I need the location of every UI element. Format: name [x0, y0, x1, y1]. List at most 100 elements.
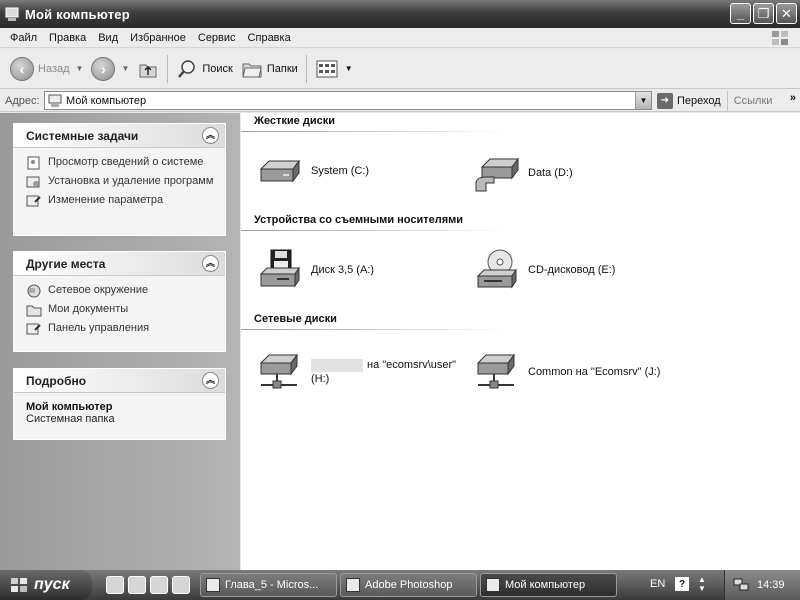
drive-network-h[interactable]: на "ecomsrv\user" (H:)	[257, 351, 456, 393]
task-change-setting[interactable]: Изменение параметра	[26, 194, 217, 208]
up-folder-button[interactable]	[133, 53, 163, 85]
start-button[interactable]: пуск	[0, 570, 92, 600]
task-add-remove-programs[interactable]: Установка и удаление программ	[26, 175, 217, 189]
maximize-button[interactable]: ❐	[753, 3, 774, 24]
menu-tools[interactable]: Сервис	[192, 32, 242, 44]
group-title-removable: Устройства со съемными носителями	[254, 214, 464, 226]
place-my-documents[interactable]: Мои документы	[26, 303, 217, 317]
taskbar-item-photoshop[interactable]: Adobe Photoshop	[340, 573, 477, 597]
help-icon[interactable]: ?	[675, 577, 689, 591]
task-label: Установка и удаление программ	[48, 175, 214, 187]
messenger-icon[interactable]	[150, 576, 168, 594]
taskbar-item-word[interactable]: Глава_5 - Micros...	[200, 573, 337, 597]
other-places-header[interactable]: Другие места ︽	[14, 252, 225, 276]
menu-view[interactable]: Вид	[92, 32, 124, 44]
task-view-system-info[interactable]: Просмотр сведений о системе	[26, 156, 217, 170]
network-connection-icon[interactable]	[733, 578, 749, 592]
my-computer-icon	[486, 578, 500, 592]
toolbar-separator	[305, 54, 307, 83]
drive-cd-e[interactable]: CD-дисковод (E:)	[474, 248, 615, 292]
clock[interactable]: 14:39	[757, 579, 785, 591]
drive-label-line1: на "ecomsrv\user"	[367, 359, 457, 371]
forward-arrow-icon: ›	[91, 56, 116, 81]
search-button[interactable]: Поиск	[172, 53, 236, 85]
group-title-network: Сетевые диски	[254, 313, 337, 325]
drive-floppy-a[interactable]: Диск 3,5 (A:)	[257, 248, 374, 292]
cd-drive-icon	[476, 249, 517, 289]
system-tasks-header[interactable]: Системные задачи ︽	[14, 124, 225, 148]
menu-help[interactable]: Справка	[242, 32, 297, 44]
taskbar-item-my-computer[interactable]: Мой компьютер	[480, 573, 617, 597]
place-label: Сетевое окружение	[48, 284, 149, 296]
start-label: пуск	[34, 576, 70, 593]
menu-bar: Файл Правка Вид Избранное Сервис Справка	[0, 28, 800, 48]
back-button[interactable]: ‹ Назад ▼	[6, 53, 87, 85]
windows-flag-icon	[11, 578, 27, 592]
views-dropdown-icon: ▼	[344, 64, 353, 73]
taskbar: пуск Глава_5 - Micros... Adobe Photoshop…	[0, 570, 800, 600]
system-tray: 14:39	[724, 570, 800, 600]
place-network-neighborhood[interactable]: Сетевое окружение	[26, 284, 217, 298]
documents-folder-icon	[26, 305, 42, 317]
forward-button[interactable]: › ▼	[87, 53, 133, 85]
close-button[interactable]: ✕	[776, 3, 797, 24]
network-places-icon	[27, 284, 41, 298]
task-label: Просмотр сведений о системе	[48, 156, 204, 168]
title-bar: Мой компьютер _ ❐ ✕	[0, 0, 800, 28]
floppy-drive-icon	[259, 249, 300, 288]
control-panel-icon	[26, 195, 41, 207]
views-button[interactable]: ▼	[311, 53, 357, 85]
other-places-title: Другие места	[26, 256, 106, 271]
go-label: Переход	[677, 94, 721, 107]
group-title-hard-disks: Жесткие диски	[254, 115, 335, 127]
system-tasks-title: Системные задачи	[26, 128, 139, 143]
details-title: Подробно	[26, 373, 87, 388]
details-header[interactable]: Подробно ︽	[14, 369, 225, 393]
drive-network-j[interactable]: Common на "Ecomsrv" (J:)	[474, 351, 660, 393]
place-label: Мои документы	[48, 303, 129, 315]
window-title: Мой компьютер	[25, 6, 130, 22]
links-button[interactable]: Ссылки	[734, 95, 773, 107]
back-arrow-icon: ‹	[10, 56, 34, 81]
show-desktop-icon[interactable]	[172, 576, 190, 594]
control-panel-icon	[26, 323, 41, 335]
address-label: Адрес:	[5, 94, 40, 107]
group-divider	[241, 329, 511, 330]
windows-flag-icon	[772, 31, 788, 45]
menu-favorites[interactable]: Избранное	[124, 32, 192, 44]
collapse-chevron-icon[interactable]: ︽	[202, 255, 219, 272]
drive-system-c[interactable]: System (C:)	[257, 153, 369, 189]
links-chevron-icon[interactable]: »	[790, 92, 796, 104]
address-dropdown-icon[interactable]: ▼	[635, 92, 651, 109]
forward-dropdown-icon[interactable]: ▼	[121, 64, 129, 73]
go-button[interactable]: ➜ Переход	[657, 90, 728, 111]
word-document-icon	[206, 578, 220, 592]
collapse-chevron-icon[interactable]: ︽	[202, 127, 219, 144]
search-label: Поиск	[202, 62, 233, 75]
photoshop-icon	[346, 578, 360, 592]
drive-data-d[interactable]: Data (D:)	[474, 153, 573, 193]
minimize-button[interactable]: _	[730, 3, 751, 24]
language-indicator[interactable]: EN	[650, 578, 665, 590]
details-item-name: Мой компьютер	[26, 401, 113, 413]
scroll-arrows-icon[interactable]: ▲ ▼	[697, 575, 707, 593]
taskbar-item-label: Adobe Photoshop	[365, 579, 453, 591]
folders-button[interactable]: Папки	[237, 53, 302, 85]
collapse-chevron-icon[interactable]: ︽	[202, 372, 219, 389]
drive-label: Data (D:)	[528, 167, 573, 179]
internet-explorer-icon[interactable]	[106, 576, 124, 594]
address-input[interactable]: Мой компьютер ▼	[44, 91, 652, 110]
drive-label: Диск 3,5 (A:)	[311, 264, 375, 276]
group-divider	[241, 230, 511, 231]
views-icon	[316, 60, 338, 77]
place-control-panel[interactable]: Панель управления	[26, 322, 217, 336]
media-player-icon[interactable]	[128, 576, 146, 594]
drive-label: на "ecomsrv\user" (H:)	[311, 358, 456, 386]
add-remove-programs-icon	[26, 176, 40, 188]
drive-label-line2: (H:)	[311, 373, 330, 385]
menu-file[interactable]: Файл	[4, 32, 43, 44]
task-label: Изменение параметра	[48, 194, 164, 206]
back-dropdown-icon[interactable]: ▼	[76, 64, 84, 73]
other-places-panel: Другие места ︽ Сетевое окружение Мои док…	[13, 251, 226, 352]
menu-edit[interactable]: Правка	[43, 32, 92, 44]
